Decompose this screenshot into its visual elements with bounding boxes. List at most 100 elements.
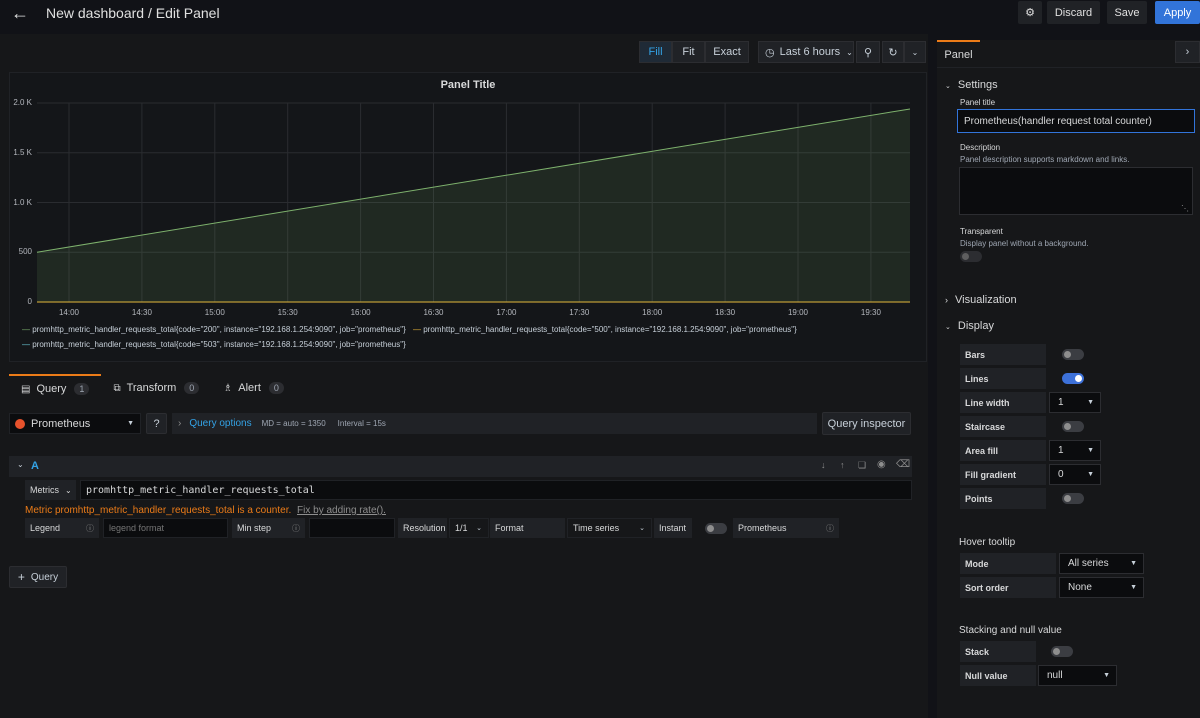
bell-icon: ♗ bbox=[223, 382, 233, 394]
display-section[interactable]: ⌄ Display bbox=[945, 320, 994, 332]
prometheus-label: Prometheus bbox=[738, 523, 787, 533]
tab-transform[interactable]: ⧉ Transform 0 bbox=[101, 374, 211, 402]
counter-warning: Metric promhttp_metric_handler_requests_… bbox=[25, 505, 386, 516]
chevron-right-icon[interactable]: › bbox=[1175, 41, 1200, 63]
chevron-down-icon: ⌄ bbox=[945, 83, 951, 90]
caret-down-icon: ▼ bbox=[1103, 672, 1110, 679]
caret-down-icon: ▼ bbox=[1087, 447, 1094, 454]
query-inspector-button[interactable]: Query inspector bbox=[822, 412, 911, 435]
transparent-label: Transparent bbox=[960, 227, 1003, 236]
y-tick-label: 0 bbox=[27, 297, 32, 306]
legend-label-500: promhttp_metric_handler_requests_total{c… bbox=[423, 325, 797, 334]
visualization-section[interactable]: › Visualization bbox=[945, 294, 1017, 306]
top-bar: ← New dashboard / Edit Panel ⚙ Discard S… bbox=[0, 0, 1200, 26]
points-toggle[interactable] bbox=[1062, 493, 1084, 504]
query-options-bar[interactable]: › Query options MD = auto = 1350 Interva… bbox=[172, 413, 817, 434]
y-tick-label: 1.5 K bbox=[13, 147, 32, 157]
add-query-button[interactable]: + Query bbox=[9, 566, 67, 588]
min-step-input[interactable] bbox=[309, 518, 395, 538]
trash-icon[interactable]: ⌫ bbox=[896, 459, 910, 470]
legend-item[interactable]: — promhttp_metric_handler_requests_total… bbox=[413, 325, 797, 334]
instant-toggle[interactable] bbox=[705, 523, 727, 534]
lines-label: Lines bbox=[960, 368, 1046, 389]
mode-select[interactable]: All series ▼ bbox=[1059, 553, 1144, 574]
lines-toggle[interactable] bbox=[1062, 373, 1084, 384]
x-tick-label: 14:30 bbox=[131, 308, 152, 317]
tab-alert[interactable]: ♗ Alert 0 bbox=[211, 374, 296, 402]
eye-icon[interactable]: ◉ bbox=[877, 459, 886, 470]
save-button[interactable]: Save bbox=[1107, 1, 1147, 24]
resolution-select[interactable]: 1/1 ⌄ bbox=[449, 518, 489, 538]
stacking-heading: Stacking and null value bbox=[959, 625, 1062, 636]
legend-format-input[interactable] bbox=[103, 518, 228, 538]
tab-query[interactable]: ▤ Query 1 bbox=[9, 374, 102, 402]
x-tick-label: 17:30 bbox=[569, 308, 590, 317]
legend-item[interactable]: — promhttp_metric_handler_requests_total… bbox=[22, 340, 406, 349]
clock-icon: ◷ bbox=[765, 46, 775, 59]
duplicate-icon[interactable]: ❏ bbox=[858, 460, 866, 471]
apply-button[interactable]: Apply bbox=[1155, 1, 1200, 24]
time-range-label: Last 6 hours bbox=[779, 46, 841, 58]
line-width-select[interactable]: 1 ▼ bbox=[1049, 392, 1101, 413]
legend-item[interactable]: — promhttp_metric_handler_requests_total… bbox=[22, 325, 406, 334]
tab-query-count: 1 bbox=[74, 383, 90, 395]
tab-panel[interactable]: Panel bbox=[937, 40, 980, 68]
exact-button[interactable]: Exact bbox=[705, 41, 749, 63]
tab-divider bbox=[937, 67, 1200, 68]
resolution-label: Resolution bbox=[398, 518, 447, 538]
legend-label-200: promhttp_metric_handler_requests_total{c… bbox=[32, 325, 406, 334]
y-tick-label: 1.0 K bbox=[13, 197, 32, 207]
prometheus-link[interactable]: Prometheus ⓘ bbox=[733, 518, 839, 538]
area-fill-select[interactable]: 1 ▼ bbox=[1049, 440, 1101, 461]
null-value-select[interactable]: null ▼ bbox=[1038, 665, 1117, 686]
legend-label-503: promhttp_metric_handler_requests_total{c… bbox=[32, 340, 406, 349]
transparent-toggle[interactable] bbox=[960, 251, 982, 262]
query-ref-id[interactable]: A bbox=[31, 460, 39, 472]
settings-section[interactable]: ⌄ Settings bbox=[945, 79, 998, 91]
stack-toggle[interactable] bbox=[1051, 646, 1073, 657]
x-tick-label: 19:00 bbox=[787, 308, 809, 317]
area-fill-value: 1 bbox=[1058, 445, 1064, 456]
line-width-value: 1 bbox=[1058, 397, 1064, 408]
min-step-text: Min step bbox=[237, 523, 272, 533]
move-down-icon[interactable]: ↓ bbox=[821, 460, 826, 470]
staircase-toggle[interactable] bbox=[1062, 421, 1084, 432]
time-picker[interactable]: ◷ Last 6 hours ⌄ bbox=[758, 41, 854, 63]
datasource-picker[interactable]: Prometheus ▼ bbox=[9, 413, 141, 434]
chevron-down-icon: ⌄ bbox=[846, 47, 853, 57]
null-value-value: null bbox=[1047, 670, 1063, 681]
refresh-icon[interactable]: ↻ bbox=[882, 41, 904, 63]
tab-alert-count: 0 bbox=[268, 382, 284, 394]
caret-down-icon: ▼ bbox=[1130, 584, 1137, 591]
zoom-out-icon[interactable]: ⚲ bbox=[856, 41, 880, 63]
datasource-label: Prometheus bbox=[31, 417, 91, 430]
question-circle-icon[interactable]: ? bbox=[146, 413, 167, 434]
tab-transform-label: Transform bbox=[126, 382, 177, 394]
metrics-dropdown[interactable]: Metrics ⌄ bbox=[25, 480, 76, 500]
fill-button[interactable]: Fill bbox=[639, 41, 672, 63]
info-icon: ⓘ bbox=[86, 523, 94, 533]
bars-label: Bars bbox=[960, 344, 1046, 365]
query-tabs: ▤ Query 1 ⧉ Transform 0 ♗ Alert 0 bbox=[9, 374, 296, 402]
hover-tooltip-heading: Hover tooltip bbox=[959, 537, 1016, 548]
move-up-icon[interactable]: ↑ bbox=[840, 460, 845, 470]
bars-toggle[interactable] bbox=[1062, 349, 1084, 360]
x-tick-label: 17:00 bbox=[496, 308, 517, 317]
fix-rate-link[interactable]: Fix by adding rate(). bbox=[297, 505, 386, 516]
panel-title-input[interactable] bbox=[957, 109, 1195, 133]
discard-button[interactable]: Discard bbox=[1047, 1, 1100, 24]
query-options-label: Query options bbox=[189, 418, 252, 429]
format-select[interactable]: Time series ⌄ bbox=[567, 518, 652, 538]
gear-icon[interactable]: ⚙ bbox=[1018, 1, 1042, 24]
refresh-interval-chevron-icon[interactable]: ⌄ bbox=[904, 41, 926, 63]
fill-gradient-select[interactable]: 0 ▼ bbox=[1049, 464, 1101, 485]
collapse-icon[interactable]: ⌄ bbox=[17, 460, 24, 469]
arrow-left-icon[interactable]: ← bbox=[10, 4, 30, 22]
fit-button[interactable]: Fit bbox=[672, 41, 705, 63]
description-textarea[interactable]: ⋱ bbox=[959, 167, 1193, 215]
metric-query-input[interactable]: promhttp_metric_handler_requests_total bbox=[80, 480, 912, 500]
line-width-label: Line width bbox=[960, 392, 1046, 413]
tab-transform-count: 0 bbox=[184, 382, 200, 394]
sort-order-select[interactable]: None ▼ bbox=[1059, 577, 1144, 598]
null-value-label: Null value bbox=[960, 665, 1036, 686]
